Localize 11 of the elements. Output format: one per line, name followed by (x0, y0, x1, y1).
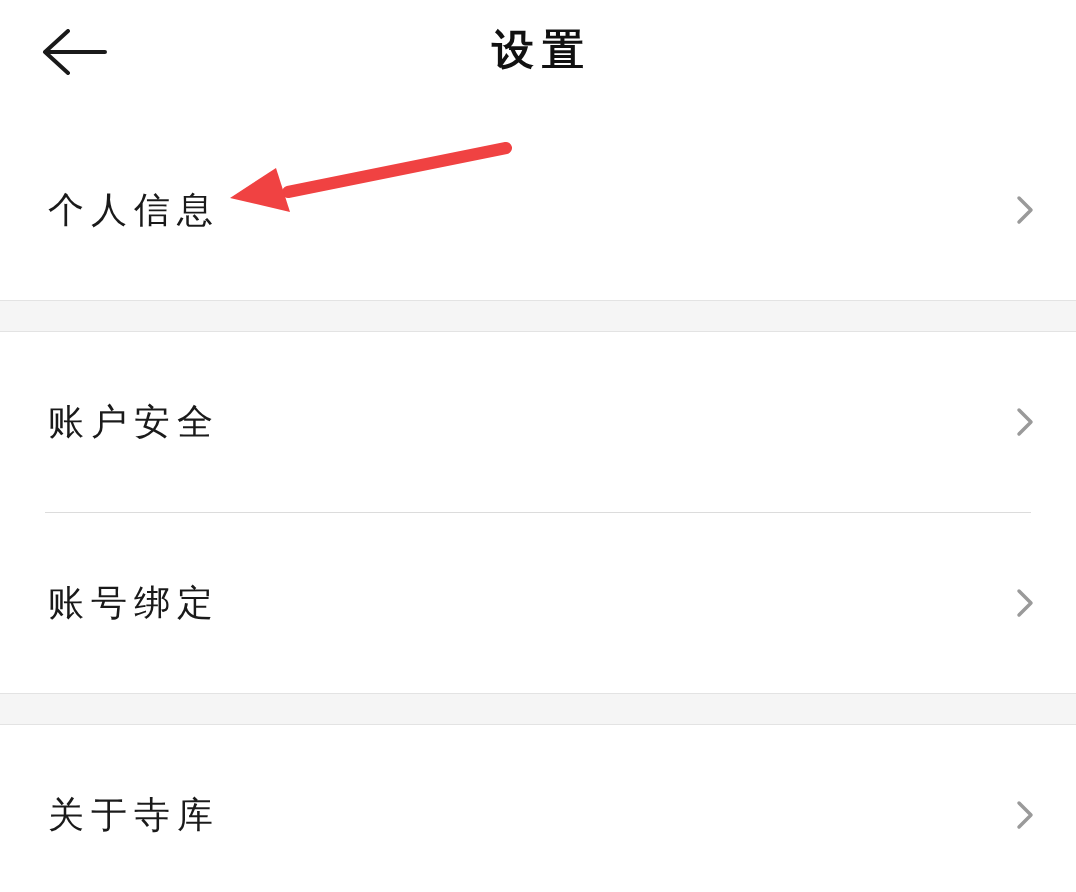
chevron-right-icon (1016, 800, 1034, 830)
back-button[interactable] (40, 28, 108, 76)
settings-item[interactable]: 关于寺库 (0, 725, 1076, 892)
chevron-right-icon (1016, 588, 1034, 618)
settings-item[interactable]: 个人信息 (0, 120, 1076, 300)
settings-item[interactable]: 账号绑定 (0, 513, 1076, 693)
page-title: 设置 (490, 29, 592, 71)
back-arrow-icon (41, 29, 107, 75)
chevron-right-icon (1016, 407, 1034, 437)
settings-item[interactable]: 账户安全 (0, 332, 1076, 512)
chevron-right-icon (1016, 195, 1034, 225)
